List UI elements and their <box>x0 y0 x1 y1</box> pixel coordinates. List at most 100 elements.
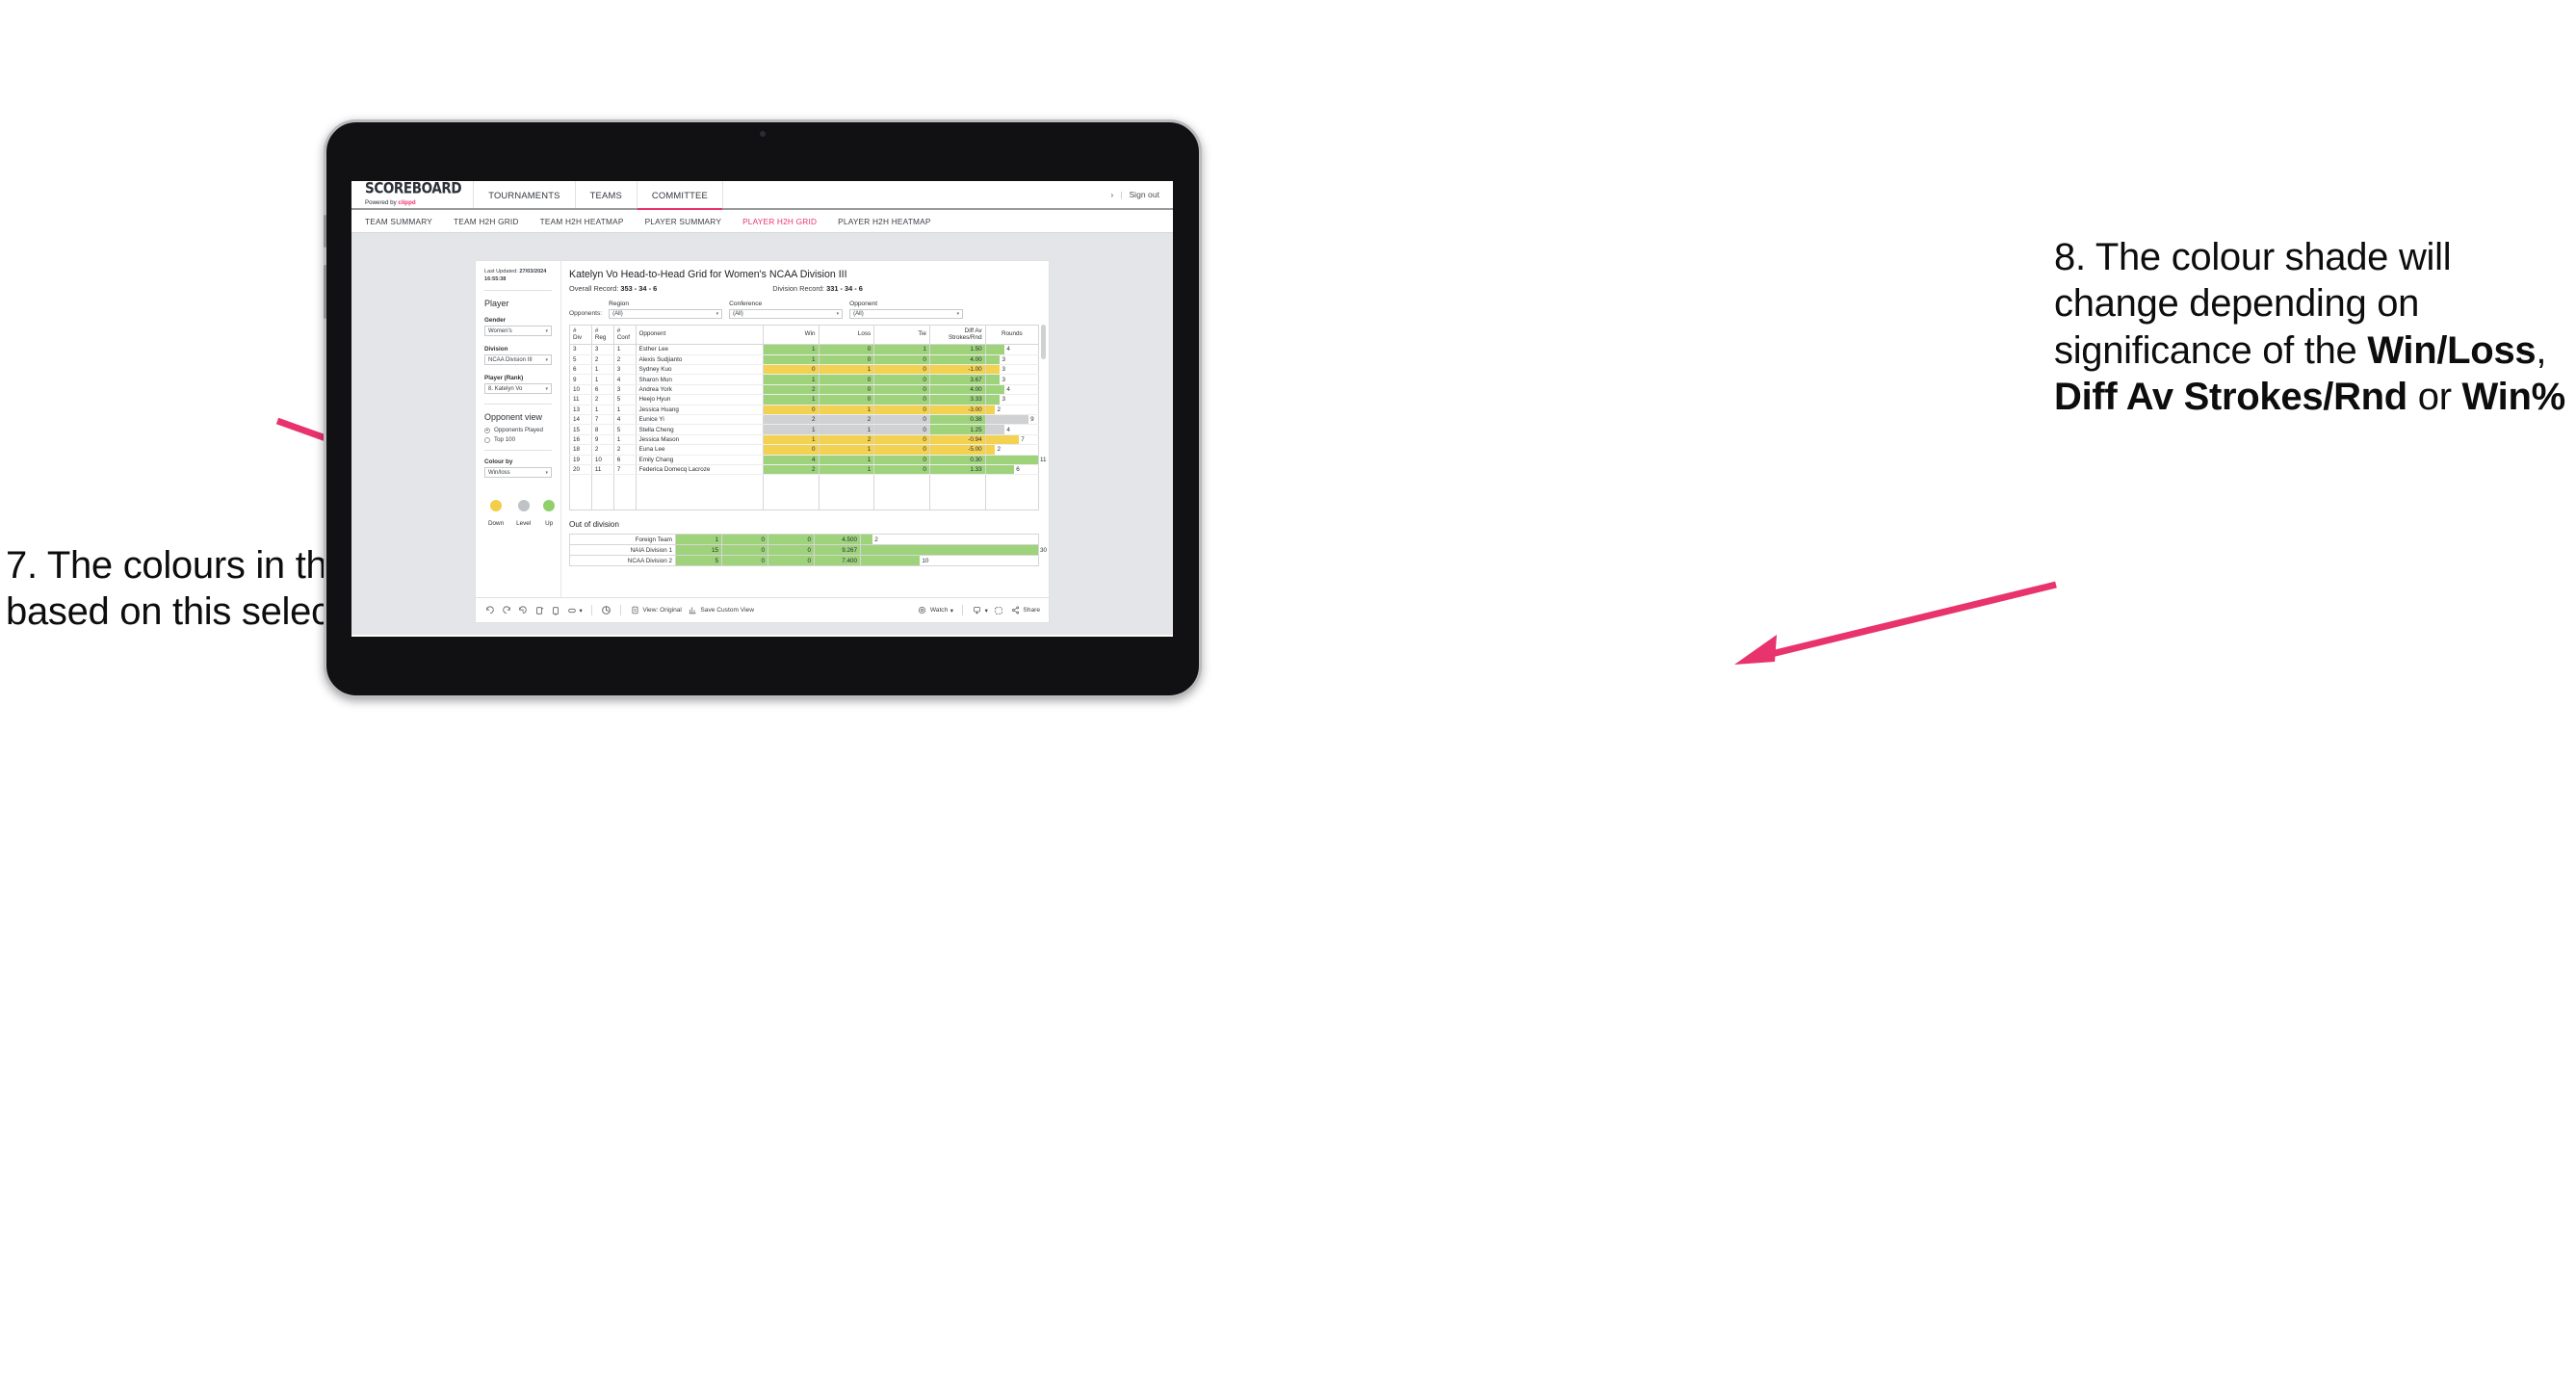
cell-div: 18 <box>569 444 592 456</box>
table-row[interactable]: Foreign Team 1 0 0 4.500 2 <box>569 534 1039 546</box>
subnav-player-h2h-grid[interactable]: PLAYER H2H GRID <box>742 217 817 226</box>
revert-icon[interactable] <box>517 605 528 615</box>
nav-committee[interactable]: COMMITTEE <box>637 181 723 210</box>
nav-tournaments[interactable]: TOURNAMENTS <box>474 181 576 208</box>
subnav-player-summary[interactable]: PLAYER SUMMARY <box>645 217 722 226</box>
cell-tie: 0 <box>873 464 930 476</box>
brand-tagline: Powered by clippd <box>365 199 461 206</box>
col-loss: Loss <box>818 324 875 346</box>
grid-scrollbar[interactable] <box>1041 324 1046 359</box>
cell-diff: 1.25 <box>928 424 986 435</box>
table-row[interactable]: 18 2 2 Euna Lee 0 1 0 -5.00 2 <box>569 444 1040 456</box>
cell-conf: 1 <box>612 405 637 415</box>
toolbar-divider <box>962 605 964 615</box>
table-row[interactable]: 14 7 4 Eunice Yi 2 2 0 0.38 9 <box>569 414 1040 426</box>
table-row[interactable]: 13 1 1 Jessica Huang 0 1 0 -3.00 2 <box>569 405 1040 415</box>
last-updated-date: 27/03/2024 <box>519 269 547 275</box>
refresh-icon[interactable] <box>533 605 544 615</box>
table-row[interactable]: 16 9 1 Jessica Mason 1 2 0 -0.94 7 <box>569 434 1040 446</box>
rounds-value: 3 <box>1002 376 1005 383</box>
cell-loss: 1 <box>818 424 875 435</box>
filter-opponent-select[interactable]: (All) ▾ <box>849 308 964 319</box>
out-of-division-table: Foreign Team 1 0 0 4.500 2 NAIA Division 1 15 0 0… <box>569 534 1047 567</box>
cell-reg: 2 <box>590 444 614 456</box>
radio-top-100[interactable]: Top 100 <box>484 436 552 443</box>
subnav-team-h2h-heatmap[interactable]: TEAM H2H HEATMAP <box>540 217 624 226</box>
chevron-down-icon: ▾ <box>836 310 840 317</box>
subnav-team-summary[interactable]: TEAM SUMMARY <box>365 217 432 226</box>
download-button[interactable]: ▾ <box>972 605 988 615</box>
chevron-down-icon: ▾ <box>545 327 548 334</box>
cell-diff: 3.33 <box>928 394 986 405</box>
cell-loss: 0 <box>818 394 875 405</box>
player-rank-select[interactable]: 8. Katelyn Vo ▾ <box>484 383 552 395</box>
shape-dropdown[interactable]: ▾ <box>566 605 583 615</box>
share-button[interactable]: Share <box>1010 605 1040 615</box>
cell-div: 10 <box>569 384 592 396</box>
cell-rounds-bar: 11 <box>984 455 1047 465</box>
table-row[interactable]: NAIA Division 1 15 0 0 9.267 30 <box>569 544 1047 557</box>
view-original-button[interactable]: View: Original <box>630 605 682 615</box>
legend-item-up: Up <box>543 500 556 527</box>
opponent-view-title: Opponent view <box>484 412 543 423</box>
table-row[interactable]: 20 11 7 Federica Domecq Lacroze 2 1 0 1.33 6 <box>569 464 1040 476</box>
cell-loss: 2 <box>818 434 875 446</box>
brand-name: SCOREBOARD <box>365 181 462 198</box>
table-row[interactable]: 15 8 5 Stella Cheng 1 1 0 1.25 4 <box>569 424 1040 435</box>
table-row[interactable]: 5 2 2 Alexis Sudjianto 1 0 0 4.00 3 <box>569 354 1040 366</box>
table-row[interactable]: NCAA Division 2 5 0 0 7.400 10 <box>569 555 1039 567</box>
divider <box>484 450 552 452</box>
radio-opponents-played[interactable]: Opponents Played <box>484 427 552 433</box>
table-row[interactable]: 19 10 6 Emily Chang 4 1 0 0.30 11 <box>569 455 1047 465</box>
cell-conf: 3 <box>612 384 637 396</box>
subnav-team-h2h-grid[interactable]: TEAM H2H GRID <box>454 217 519 226</box>
undo-icon[interactable] <box>484 605 495 615</box>
header-divider: | <box>1120 190 1123 199</box>
filter-region-select[interactable]: (All) ▾ <box>609 308 723 319</box>
colour-by-select[interactable]: Win/loss ▾ <box>484 467 552 479</box>
division-select[interactable]: NCAA Division III ▾ <box>484 354 552 366</box>
pause-icon[interactable] <box>550 605 560 615</box>
cell-win: 0 <box>762 364 820 376</box>
rounds-value: 7 <box>1021 435 1025 443</box>
fullscreen-icon[interactable] <box>994 605 1004 615</box>
table-row[interactable]: 10 6 3 Andrea York 2 0 0 4.00 4 <box>569 384 1040 396</box>
save-custom-view-label: Save Custom View <box>700 607 754 614</box>
empty-cell <box>873 474 930 511</box>
cell-div: 5 <box>569 354 592 366</box>
highlight-icon[interactable] <box>601 605 611 615</box>
sign-out-link[interactable]: Sign out <box>1129 190 1159 199</box>
table-row[interactable]: 9 1 4 Sharon Mun 1 0 0 3.67 3 <box>569 374 1040 385</box>
rounds-bar <box>985 395 1001 405</box>
divider <box>484 290 552 292</box>
cell-div: 20 <box>569 464 592 476</box>
filter-conference-select[interactable]: (All) ▾ <box>729 308 844 319</box>
legend-label-down: Down <box>488 520 505 528</box>
rounds-bar <box>861 556 921 566</box>
rounds-value: 30 <box>1040 546 1048 554</box>
cell-diff: 0.38 <box>928 414 986 426</box>
legend-label-level: Level <box>516 520 532 528</box>
cell-reg: 1 <box>590 374 614 385</box>
download-icon <box>972 605 982 615</box>
subnav-player-h2h-heatmap[interactable]: PLAYER H2H HEATMAP <box>838 217 930 226</box>
rounds-bar <box>985 345 1005 354</box>
table-row[interactable]: 6 1 3 Sydney Kuo 0 1 0 -1.00 3 <box>569 364 1040 376</box>
cell-conf: 7 <box>612 464 637 476</box>
cell-conf: 4 <box>612 414 637 426</box>
chevron-right-icon[interactable]: › <box>1110 190 1113 199</box>
nav-teams[interactable]: TEAMS <box>576 181 637 208</box>
table-row[interactable]: 11 2 5 Heejo Hyun 1 0 0 3.33 3 <box>569 394 1040 405</box>
shape-caret-icon: ▾ <box>579 607 583 615</box>
col-div: # Div <box>569 324 592 346</box>
rounds-value: 2 <box>997 446 1001 454</box>
rounds-bar <box>985 464 1015 475</box>
watch-button[interactable]: Watch ▾ <box>917 605 953 615</box>
cell-reg: 8 <box>590 424 614 435</box>
redo-icon[interactable] <box>501 605 511 615</box>
table-row[interactable]: 3 3 1 Esther Lee 1 0 1 1.50 4 <box>569 344 1040 355</box>
cell-tie: 0 <box>873 455 930 465</box>
gender-select[interactable]: Women's ▾ <box>484 326 552 337</box>
save-custom-view-button[interactable]: Save Custom View <box>688 605 754 615</box>
filter-region: Region (All) ▾ <box>609 301 723 319</box>
